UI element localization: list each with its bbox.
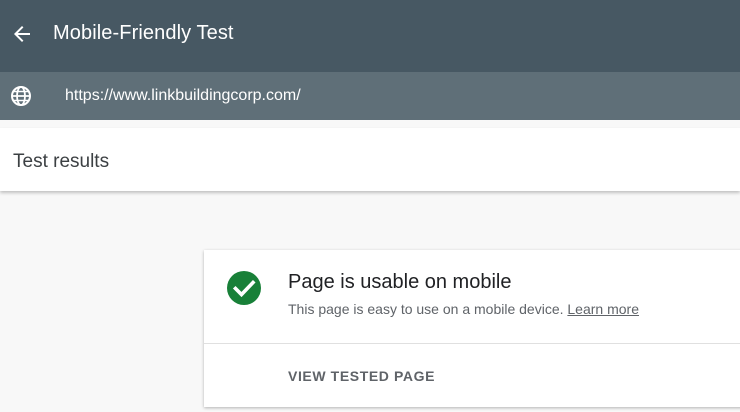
results-header: Test results: [0, 128, 740, 191]
app-header: Mobile-Friendly Test: [0, 0, 740, 72]
page-title: Mobile-Friendly Test: [53, 22, 234, 44]
globe-icon: [11, 86, 31, 106]
result-status-title: Page is usable on mobile: [288, 271, 512, 293]
check-circle-icon: [227, 271, 261, 305]
url-input[interactable]: [65, 85, 665, 107]
arrow-left-icon: [14, 26, 30, 42]
back-button[interactable]: [8, 20, 36, 48]
results-title: Test results: [13, 151, 110, 172]
result-card: Page is usable on mobile This page is ea…: [204, 250, 740, 407]
view-tested-page-button[interactable]: VIEW TESTED PAGE: [288, 368, 435, 384]
result-description-line: This page is easy to use on a mobile dev…: [288, 301, 639, 317]
divider-strip: [0, 120, 740, 128]
result-description: This page is easy to use on a mobile dev…: [288, 301, 564, 317]
url-bar: [0, 72, 740, 120]
card-divider: [204, 343, 740, 344]
learn-more-link[interactable]: Learn more: [567, 301, 639, 317]
